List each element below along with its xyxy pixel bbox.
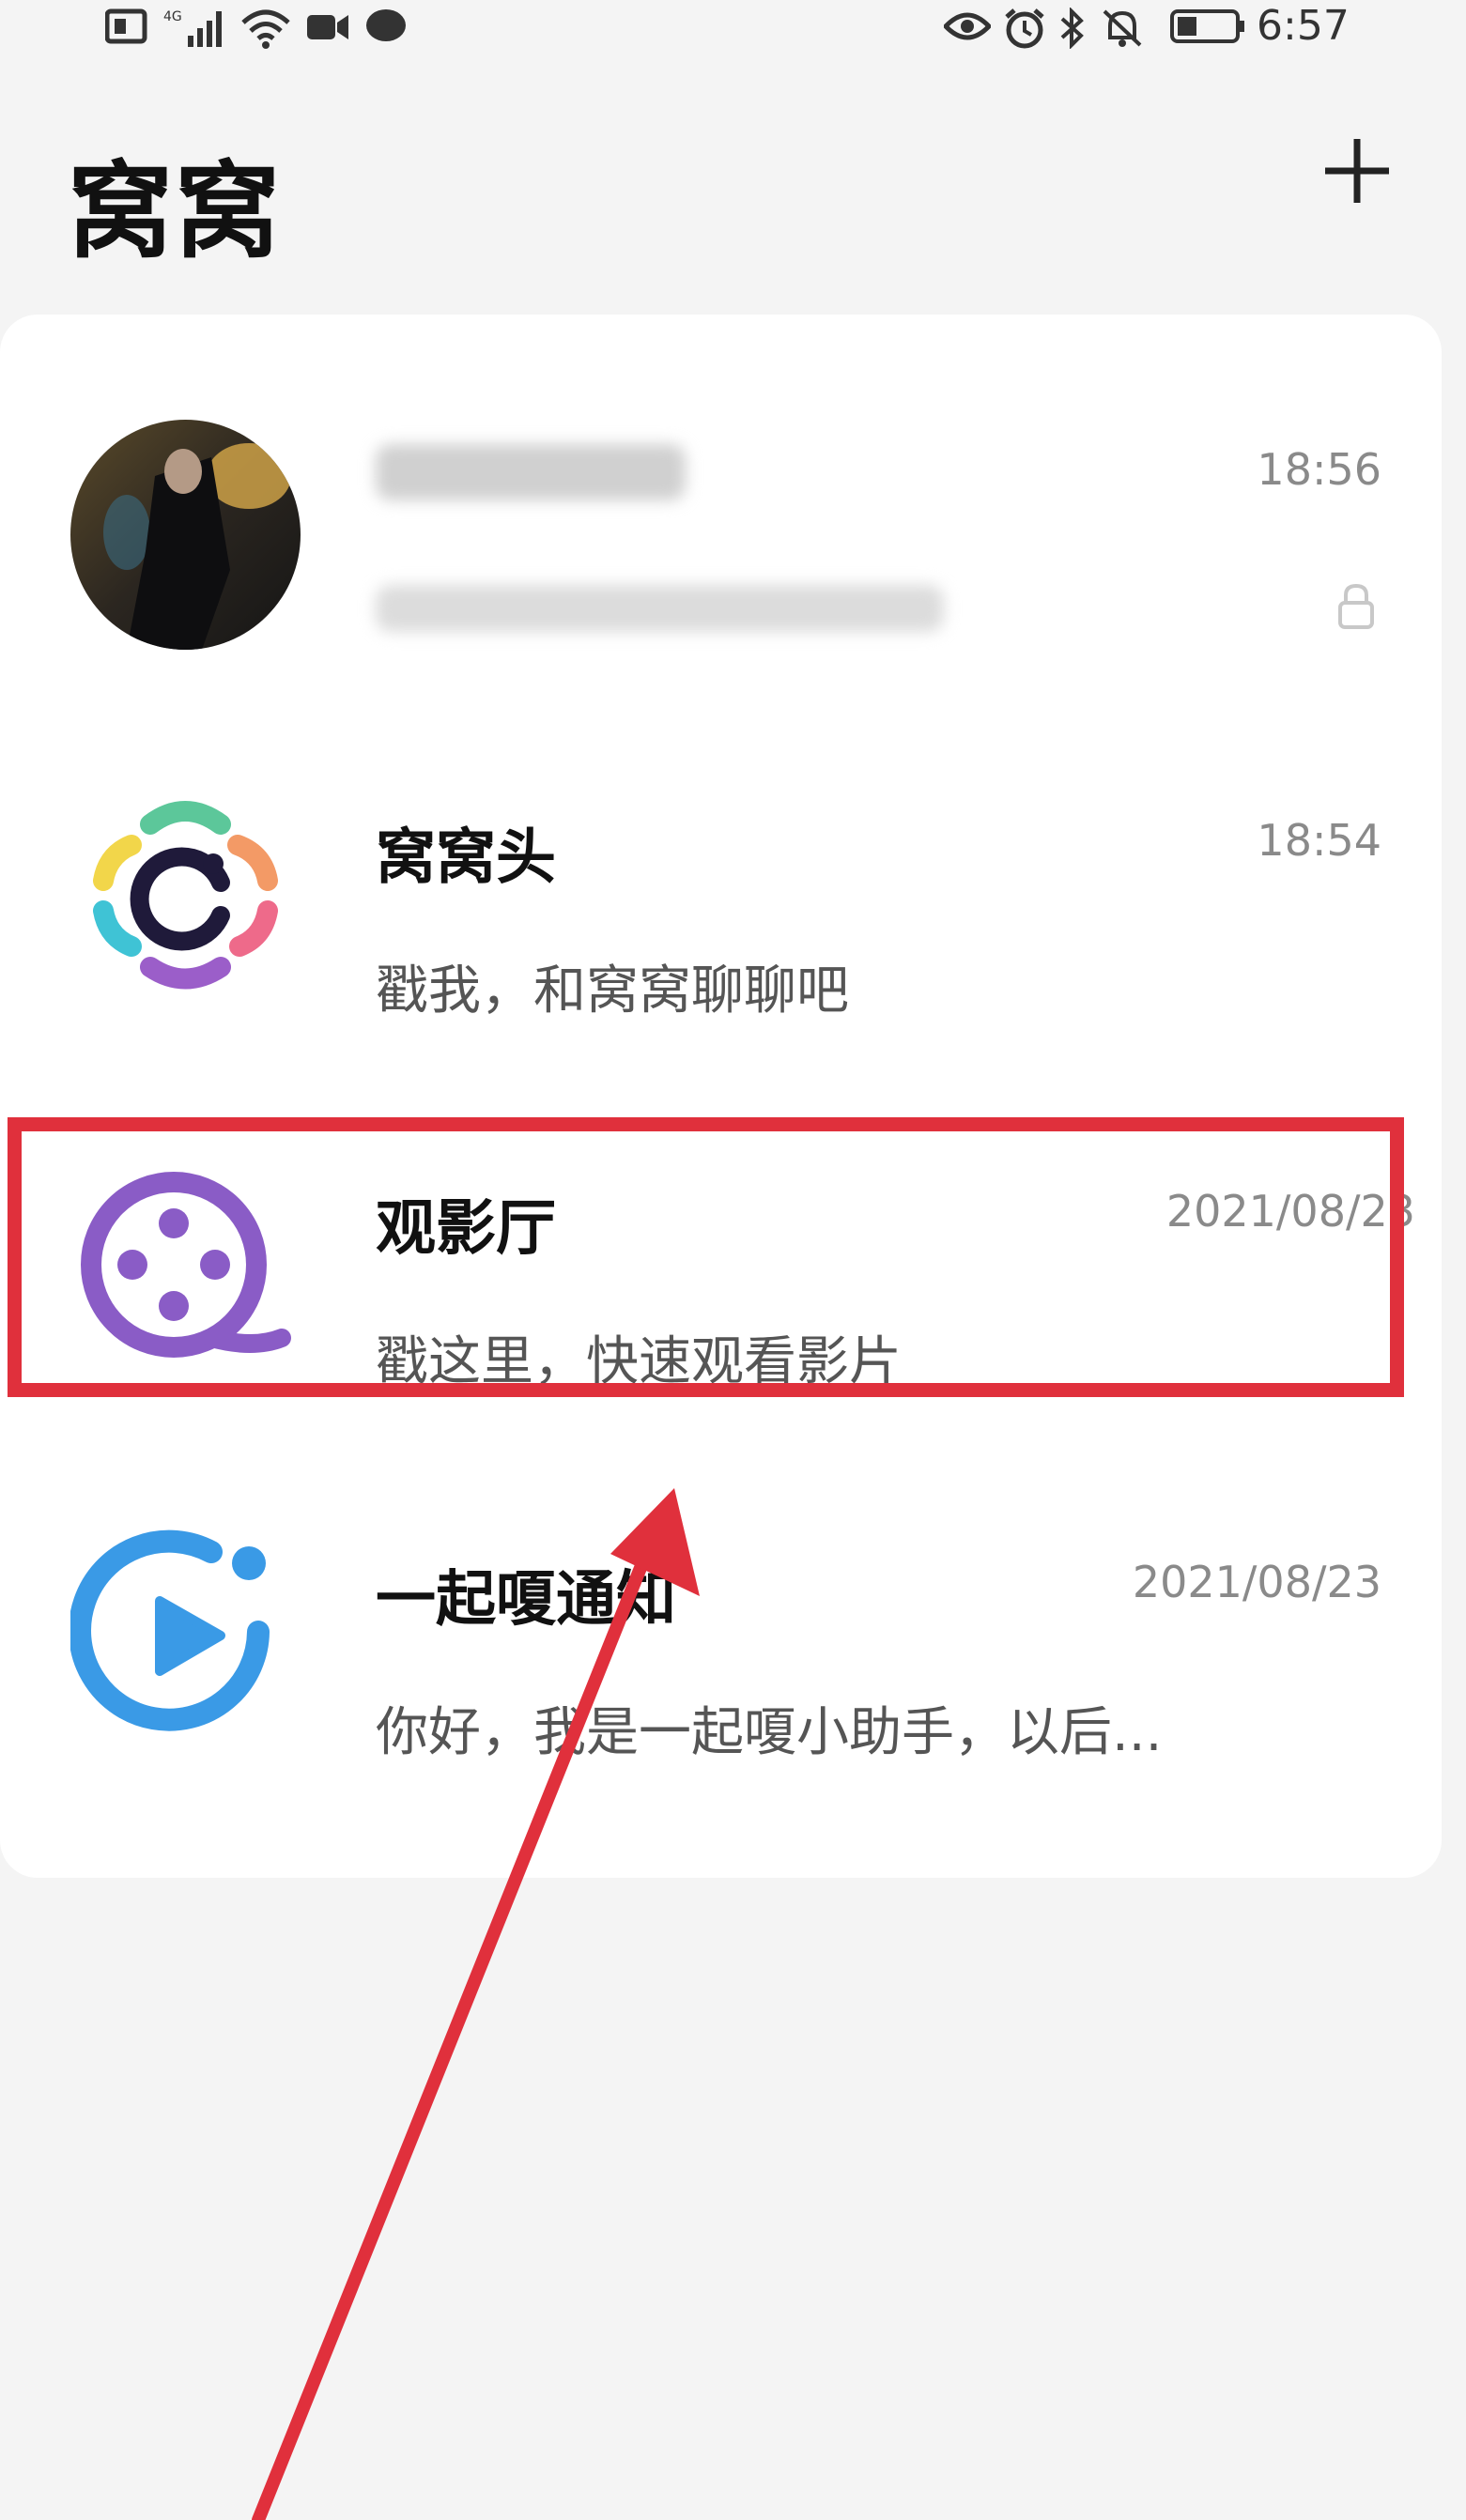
pointer-arrow-icon — [252, 1488, 700, 2520]
